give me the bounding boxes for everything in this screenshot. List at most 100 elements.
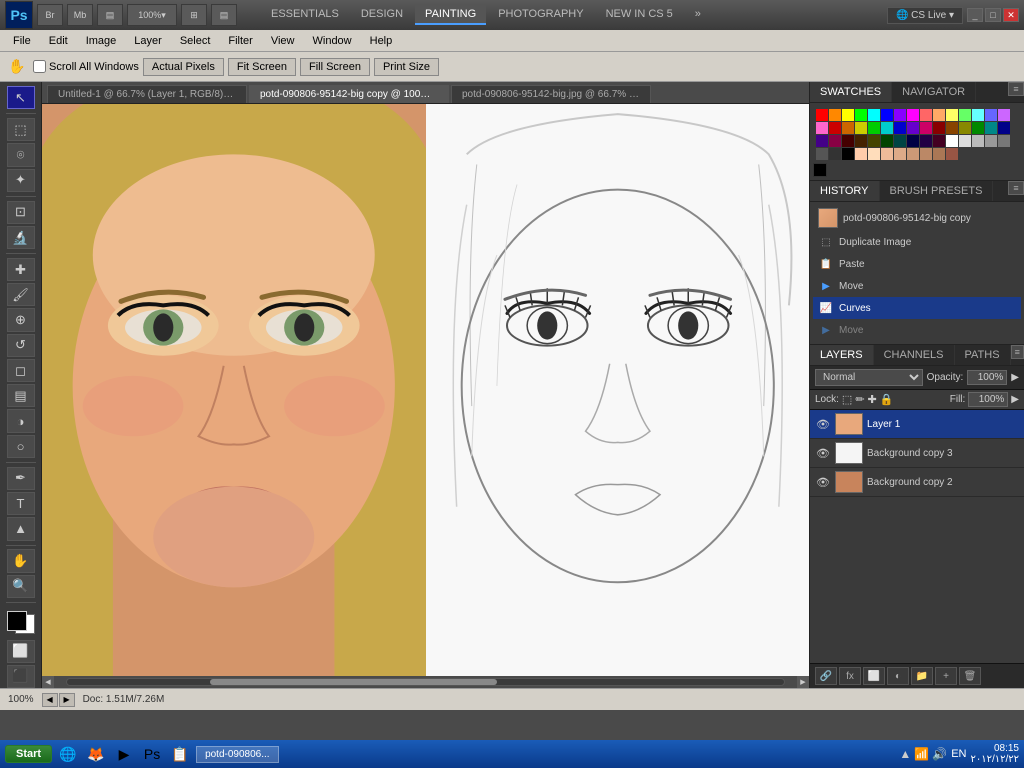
- swatch-eebb99[interactable]: [881, 148, 893, 160]
- mini-bridge-icon[interactable]: Mb: [67, 4, 93, 26]
- swatch-ffff00[interactable]: [842, 109, 854, 121]
- hand-tool[interactable]: ✋: [7, 549, 35, 572]
- tab-photography[interactable]: PHOTOGRAPHY: [488, 5, 593, 25]
- swatch-6666ff[interactable]: [985, 109, 997, 121]
- swatch-bbbbbb[interactable]: [972, 135, 984, 147]
- tab-design[interactable]: DESIGN: [351, 5, 413, 25]
- layer-eye-0[interactable]: 👁: [815, 416, 831, 432]
- color-picker[interactable]: [7, 611, 35, 634]
- swatch-ffccaa[interactable]: [855, 148, 867, 160]
- swatch-ff66cc[interactable]: [816, 122, 828, 134]
- tab-potd-orig[interactable]: potd-090806-95142-big.jpg @ 66.7% (RGB/8…: [451, 85, 651, 103]
- swatch-444400[interactable]: [868, 135, 880, 147]
- swatch-777777[interactable]: [998, 135, 1010, 147]
- history-item-2[interactable]: 📋 Paste: [813, 253, 1021, 275]
- swatch-000000[interactable]: [842, 148, 854, 160]
- tray-volume-icon[interactable]: 🔊: [932, 747, 947, 761]
- fill-expand-icon[interactable]: ▶: [1011, 394, 1019, 405]
- swatch-8800ff[interactable]: [894, 109, 906, 121]
- swatch-cccc00[interactable]: [855, 122, 867, 134]
- swatch-440088[interactable]: [816, 135, 828, 147]
- swatch-884400[interactable]: [946, 122, 958, 134]
- crop-tool[interactable]: ⊡: [7, 201, 35, 224]
- fill-screen-button[interactable]: Fill Screen: [300, 58, 370, 76]
- layer-item-0[interactable]: 👁 Layer 1: [810, 410, 1024, 439]
- swatch-999999[interactable]: [985, 135, 997, 147]
- opacity-input[interactable]: [967, 370, 1007, 385]
- taskbar-app-icon[interactable]: 📋: [168, 742, 192, 766]
- swatch-880044[interactable]: [829, 135, 841, 147]
- taskbar-firefox-icon[interactable]: 🦊: [84, 742, 108, 766]
- history-brush-tool[interactable]: ↺: [7, 334, 35, 357]
- status-nav-left[interactable]: ◀: [42, 693, 58, 707]
- swatch-00ff00[interactable]: [855, 109, 867, 121]
- swatch-dddddd[interactable]: [959, 135, 971, 147]
- swatch-995544[interactable]: [946, 148, 958, 160]
- status-nav-right[interactable]: ▶: [59, 693, 75, 707]
- scroll-left-btn[interactable]: ◀: [42, 676, 54, 688]
- swatch-00cc00[interactable]: [868, 122, 880, 134]
- swatch-880000[interactable]: [933, 122, 945, 134]
- gradient-tool[interactable]: ▤: [7, 384, 35, 407]
- menu-select[interactable]: Select: [172, 33, 219, 49]
- tab-navigator[interactable]: NAVIGATOR: [892, 82, 976, 102]
- horizontal-scrollbar[interactable]: ◀ ▶: [42, 676, 809, 688]
- swatch-442200[interactable]: [855, 135, 867, 147]
- workspaces-icon[interactable]: ▤: [211, 4, 237, 26]
- swatch-440022[interactable]: [933, 135, 945, 147]
- layer-fx-btn[interactable]: fx: [839, 667, 861, 685]
- swatch-333333[interactable]: [829, 148, 841, 160]
- tab-brush-presets[interactable]: BRUSH PRESETS: [880, 181, 994, 201]
- layer-new-btn[interactable]: +: [935, 667, 957, 685]
- tab-painting[interactable]: PAINTING: [415, 5, 486, 25]
- layer-group-btn[interactable]: 📁: [911, 667, 933, 685]
- swatch-888800[interactable]: [959, 122, 971, 134]
- layer-adjust-btn[interactable]: ◐: [887, 667, 909, 685]
- history-item-0[interactable]: potd-090806-95142-big copy: [813, 205, 1021, 231]
- lock-pixel-icon[interactable]: ⬚: [842, 393, 852, 406]
- swatch-ff6666[interactable]: [920, 109, 932, 121]
- tab-paths[interactable]: PATHS: [955, 345, 1011, 365]
- layer-mask-btn[interactable]: ⬜: [863, 667, 885, 685]
- layer-eye-2[interactable]: 👁: [815, 474, 831, 490]
- eraser-tool[interactable]: ◻: [7, 359, 35, 382]
- lock-move-icon[interactable]: ✚: [868, 393, 877, 406]
- tab-untitled[interactable]: Untitled-1 @ 66.7% (Layer 1, RGB/8) ✕: [47, 85, 247, 103]
- layer-eye-1[interactable]: 👁: [815, 445, 831, 461]
- fill-input[interactable]: [968, 392, 1008, 407]
- menu-window[interactable]: Window: [305, 33, 360, 49]
- quick-mask-tool[interactable]: ⬜: [7, 640, 35, 663]
- minimize-button[interactable]: _: [967, 8, 983, 22]
- start-button[interactable]: Start: [5, 745, 52, 763]
- brush-tool[interactable]: 🖌: [7, 283, 35, 306]
- swatch-66ffff[interactable]: [972, 109, 984, 121]
- lasso-tool[interactable]: ⌾: [7, 143, 35, 166]
- layers-panel-menu[interactable]: ≡: [1011, 345, 1024, 359]
- swatch-000088[interactable]: [998, 122, 1010, 134]
- menu-filter[interactable]: Filter: [220, 33, 260, 49]
- swatch-ffaa66[interactable]: [933, 109, 945, 121]
- menu-help[interactable]: Help: [362, 33, 401, 49]
- cs-live-button[interactable]: 🌐 CS Live ▾: [887, 7, 963, 24]
- taskbar-media-icon[interactable]: ▶: [112, 742, 136, 766]
- taskbar-ps-icon[interactable]: Ps: [140, 742, 164, 766]
- layer-item-1[interactable]: 👁 Background copy 3: [810, 439, 1024, 468]
- tab-channels[interactable]: CHANNELS: [874, 345, 955, 365]
- history-item-3[interactable]: ▶ Move: [813, 275, 1021, 297]
- swatch-ddaa88[interactable]: [894, 148, 906, 160]
- print-size-button[interactable]: Print Size: [374, 58, 439, 76]
- swatch-440000[interactable]: [842, 135, 854, 147]
- tray-up-icon[interactable]: ▲: [899, 747, 911, 761]
- swatch-0000cc[interactable]: [894, 122, 906, 134]
- fit-screen-button[interactable]: Fit Screen: [228, 58, 296, 76]
- history-item-4[interactable]: 📈 Curves: [813, 297, 1021, 319]
- swatch-00ffff[interactable]: [868, 109, 880, 121]
- layer-link-btn[interactable]: 🔗: [815, 667, 837, 685]
- swatch-ffff66[interactable]: [946, 109, 958, 121]
- swatch-cc9977[interactable]: [907, 148, 919, 160]
- swatch-cc6600[interactable]: [842, 122, 854, 134]
- swatch-ff00ff[interactable]: [907, 109, 919, 121]
- eyedropper-tool[interactable]: 🔬: [7, 226, 35, 249]
- scroll-all-checkbox[interactable]: [33, 60, 46, 73]
- swatch-ff8800[interactable]: [829, 109, 841, 121]
